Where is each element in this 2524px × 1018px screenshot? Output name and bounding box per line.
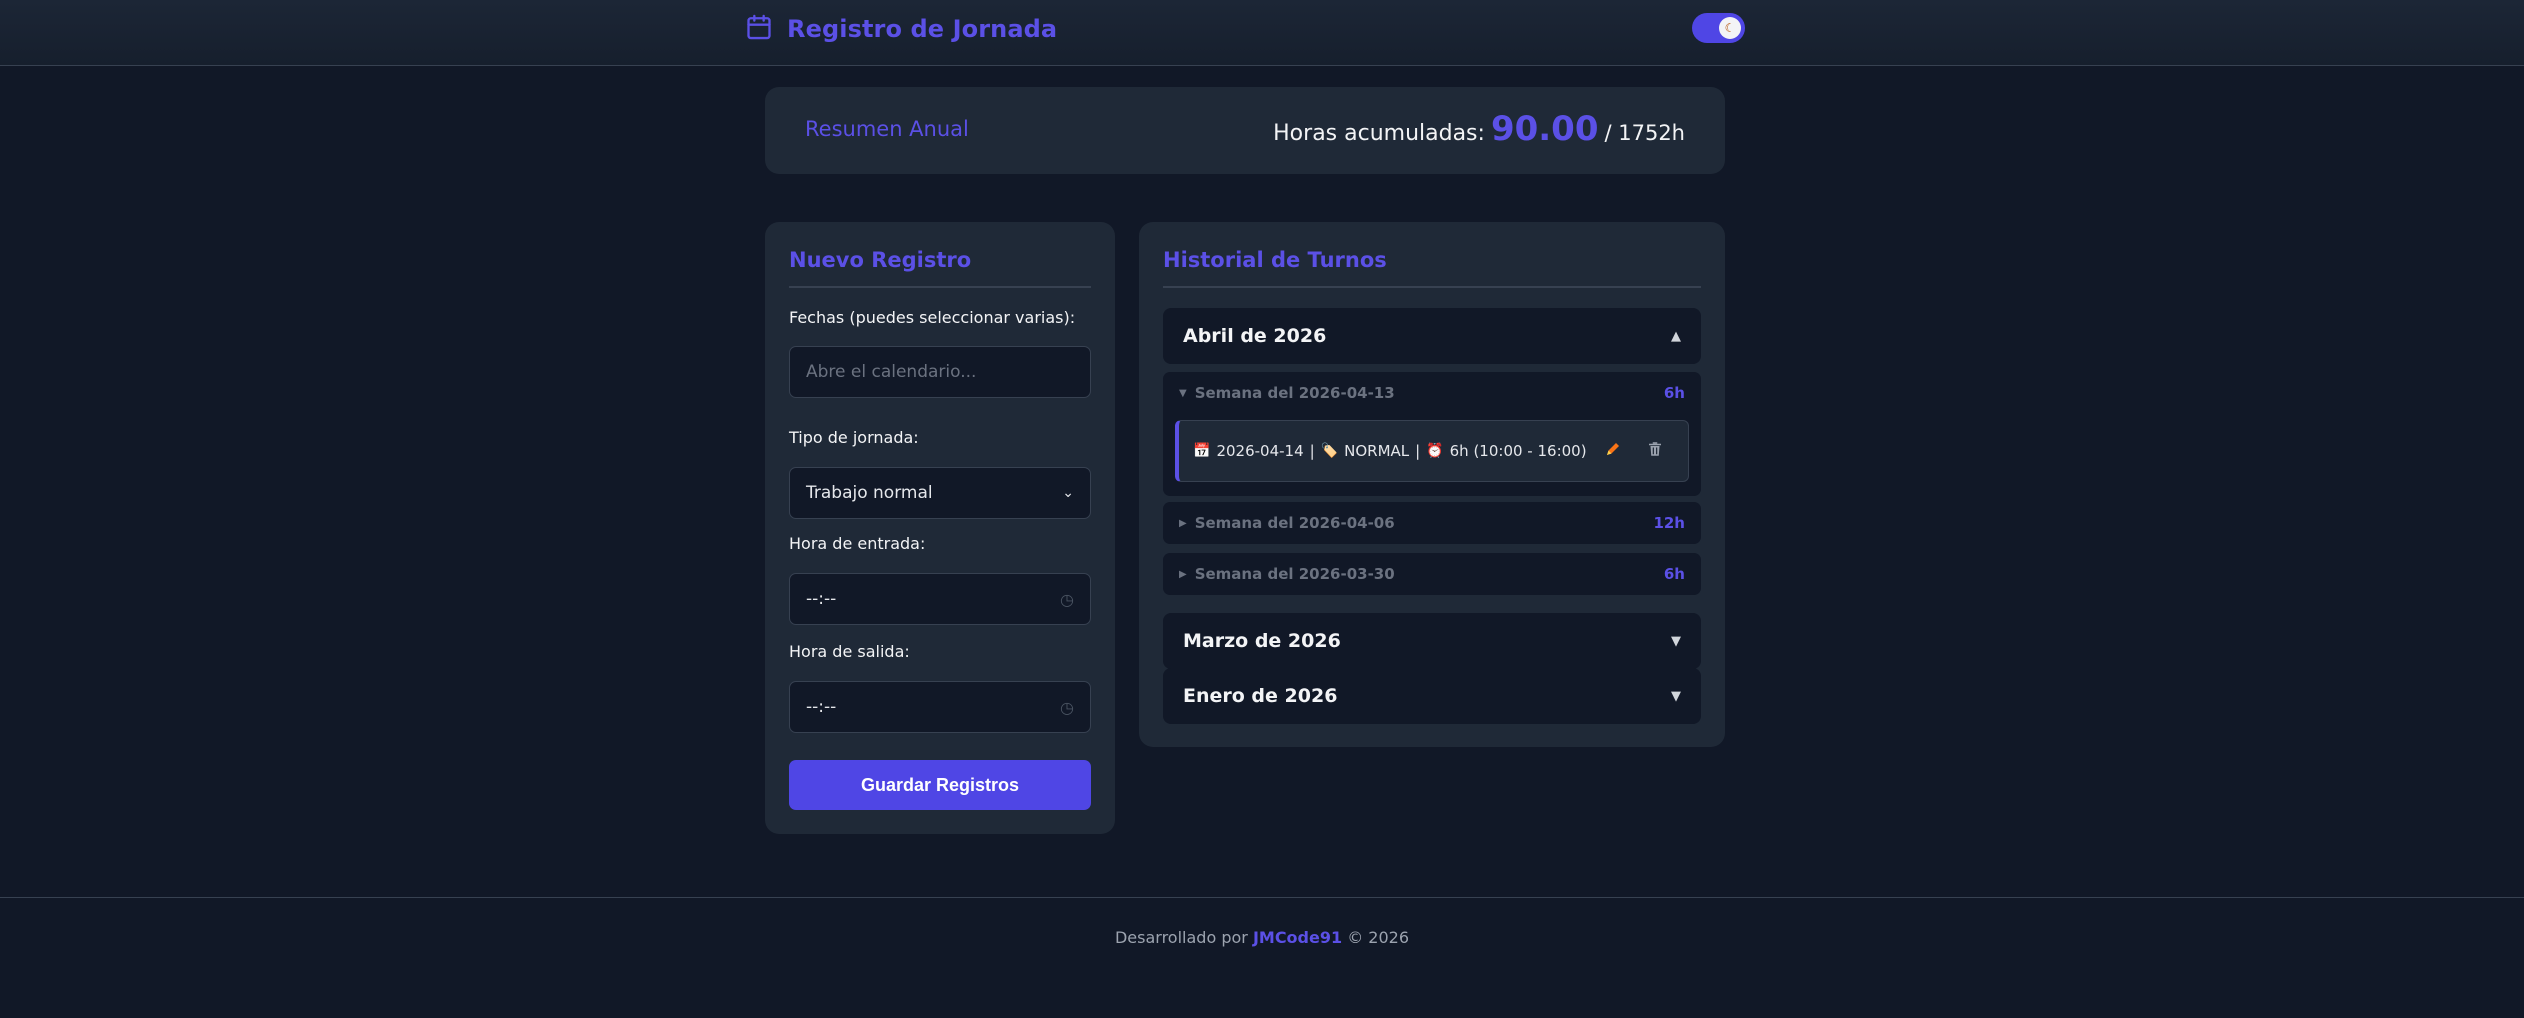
month-label: Abril de 2026 <box>1183 325 1327 347</box>
caret-down-icon: ▼ <box>1179 387 1187 399</box>
theme-toggle[interactable]: ☾ <box>1692 13 1745 43</box>
clock-icon[interactable]: ◷ <box>1060 698 1074 717</box>
new-record-panel: Nuevo Registro Fechas (puedes selecciona… <box>765 222 1115 834</box>
month-header-january[interactable]: Enero de 2026 ▼ <box>1163 668 1701 724</box>
start-label: Hora de entrada: <box>789 534 926 553</box>
week-group[interactable]: ▶ Semana del 2026-04-06 12h <box>1163 502 1701 544</box>
footer-prefix: Desarrollado por <box>1114 928 1248 947</box>
entry-actions <box>1604 440 1674 462</box>
footer: Desarrollado por JMCode91 © 2026 <box>0 897 2524 1018</box>
dates-label: Fechas (puedes seleccionar varias): <box>789 308 1076 327</box>
author-link[interactable]: JMCode91 <box>1253 928 1342 947</box>
end-time-input[interactable]: --:-- ◷ <box>789 681 1091 733</box>
caret-right-icon: ▶ <box>1179 517 1187 529</box>
type-label: Tipo de jornada: <box>789 428 919 447</box>
dates-input[interactable]: Abre el calendario... <box>789 346 1091 398</box>
shift-entry: 📅 2026-04-14 | 🏷️ NORMAL | ⏰ 6h (10:00 -… <box>1175 420 1689 482</box>
month-label: Enero de 2026 <box>1183 685 1338 707</box>
divider <box>789 286 1091 288</box>
end-label: Hora de salida: <box>789 642 910 661</box>
week-header[interactable]: ▼ Semana del 2026-04-13 6h <box>1179 372 1685 414</box>
month-label: Marzo de 2026 <box>1183 630 1341 652</box>
chevron-down-icon: ⌄ <box>1062 485 1074 501</box>
alarm-clock-icon: ⏰ <box>1426 443 1444 459</box>
hours-label: Horas acumuladas: <box>1273 121 1485 146</box>
moon-icon: ☾ <box>1719 17 1741 39</box>
entry-date: 2026-04-14 <box>1216 442 1304 460</box>
week-group-expanded: ▼ Semana del 2026-04-13 6h 📅 2026-04-14 … <box>1163 372 1701 496</box>
shift-history-panel: Historial de Turnos Abril de 2026 ▲ ▼ Se… <box>1139 222 1725 747</box>
annual-summary-card: Resumen Anual Horas acumuladas: 90.00 / … <box>765 87 1725 174</box>
end-time-value: --:-- <box>806 697 837 717</box>
week-label: Semana del 2026-04-13 <box>1194 384 1395 402</box>
day-type-select[interactable]: Trabajo normal ⌄ <box>789 467 1091 519</box>
dates-placeholder: Abre el calendario... <box>806 362 977 382</box>
clock-icon[interactable]: ◷ <box>1060 590 1074 609</box>
chevron-down-icon: ▼ <box>1671 633 1681 649</box>
brand: Registro de Jornada <box>745 12 1057 46</box>
week-hours: 12h <box>1653 514 1685 532</box>
start-time-value: --:-- <box>806 589 837 609</box>
start-time-input[interactable]: --:-- ◷ <box>789 573 1091 625</box>
calendar-icon: 📅 <box>1193 443 1211 459</box>
week-label: Semana del 2026-04-06 <box>1194 514 1395 532</box>
month-header-april[interactable]: Abril de 2026 ▲ <box>1163 308 1701 364</box>
accumulated-hours: Horas acumuladas: 90.00 / 1752h <box>1273 109 1685 149</box>
trash-icon[interactable] <box>1646 440 1664 462</box>
top-header: Registro de Jornada ☾ <box>0 0 2524 66</box>
footer-suffix: © 2026 <box>1347 928 1410 947</box>
edit-icon[interactable] <box>1604 440 1622 462</box>
entry-duration: 6h (10:00 - 16:00) <box>1449 442 1587 460</box>
week-group[interactable]: ▶ Semana del 2026-03-30 6h <box>1163 553 1701 595</box>
panel-title: Historial de Turnos <box>1163 248 1387 272</box>
panel-title: Nuevo Registro <box>789 248 972 272</box>
chevron-up-icon: ▲ <box>1671 328 1681 344</box>
save-records-button[interactable]: Guardar Registros <box>789 760 1091 810</box>
caret-right-icon: ▶ <box>1179 568 1187 580</box>
day-type-value: Trabajo normal <box>806 483 933 503</box>
tag-icon: 🏷️ <box>1320 443 1339 459</box>
week-hours: 6h <box>1663 565 1685 583</box>
summary-title: Resumen Anual <box>805 117 969 141</box>
chevron-down-icon: ▼ <box>1671 688 1681 704</box>
hours-value: 90.00 <box>1490 109 1599 149</box>
week-label: Semana del 2026-03-30 <box>1194 565 1395 583</box>
month-header-march[interactable]: Marzo de 2026 ▼ <box>1163 613 1701 669</box>
divider <box>1163 286 1701 288</box>
app-title: Registro de Jornada <box>787 15 1058 43</box>
week-hours: 6h <box>1663 384 1685 402</box>
hours-total: / 1752h <box>1604 121 1685 145</box>
calendar-icon <box>745 13 773 45</box>
footer-text: Desarrollado por JMCode91 © 2026 <box>0 928 2524 947</box>
entry-type: NORMAL <box>1344 442 1410 460</box>
